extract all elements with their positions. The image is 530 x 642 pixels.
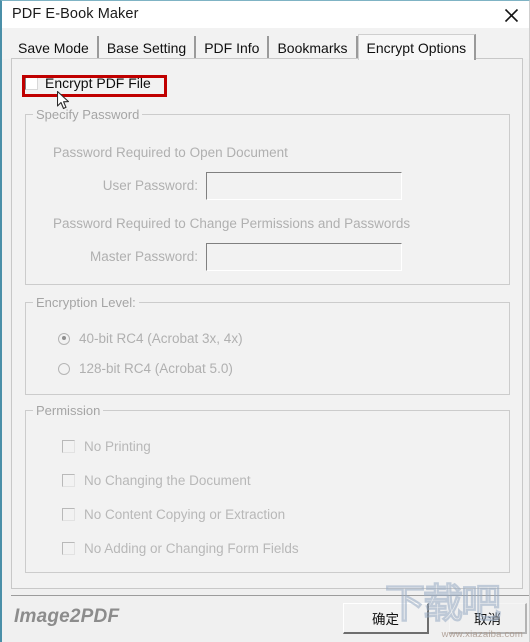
permission-no-printing[interactable]: No Printing xyxy=(62,439,151,454)
group-title: Encryption Level: xyxy=(33,295,139,310)
ok-button[interactable]: 确定 xyxy=(343,603,429,634)
user-password-label: User Password: xyxy=(102,178,198,193)
tab-label: Save Mode xyxy=(18,39,89,56)
close-icon[interactable] xyxy=(498,4,524,26)
tab-label: Encrypt Options xyxy=(366,39,467,56)
checkbox-box-icon xyxy=(62,474,75,487)
master-password-input[interactable] xyxy=(206,243,402,271)
permission-label: No Content Copying or Extraction xyxy=(84,507,286,522)
user-password-input[interactable] xyxy=(206,172,402,200)
tab-encrypt-options[interactable]: Encrypt Options xyxy=(357,34,477,60)
radio-40bit-rc4[interactable]: 40-bit RC4 (Acrobat 3x, 4x) xyxy=(58,331,243,346)
encrypt-options-panel: Encrypt PDF File Specify Password Passwo… xyxy=(11,58,523,589)
permission-group: Permission No Printing No Changing the D… xyxy=(25,403,510,573)
group-title: Specify Password xyxy=(33,107,143,122)
tab-pdf-info[interactable]: PDF Info xyxy=(196,36,270,59)
application-window: PDF E-Book Maker Save Mode Base Setting … xyxy=(0,0,530,642)
tab-label: PDF Info xyxy=(204,39,260,56)
cancel-button[interactable]: 取消 xyxy=(449,603,527,634)
permission-label: No Changing the Document xyxy=(84,473,251,488)
permission-label: No Printing xyxy=(84,439,151,454)
checkbox-box-icon xyxy=(62,440,75,453)
radio-button-icon xyxy=(58,332,70,345)
tab-save-mode[interactable]: Save Mode xyxy=(10,36,99,59)
tab-bookmarks[interactable]: Bookmarks xyxy=(269,36,358,59)
permission-no-changing-document[interactable]: No Changing the Document xyxy=(62,473,251,488)
radio-button-icon xyxy=(58,362,70,375)
tab-base-setting[interactable]: Base Setting xyxy=(98,36,197,59)
encryption-level-group: Encryption Level: 40-bit RC4 (Acrobat 3x… xyxy=(25,295,510,395)
permission-no-content-copying[interactable]: No Content Copying or Extraction xyxy=(62,507,285,522)
footer-separator xyxy=(11,595,529,596)
permission-no-form-fields[interactable]: No Adding or Changing Form Fields xyxy=(62,541,299,556)
encrypt-pdf-file-checkbox[interactable]: Encrypt PDF File xyxy=(25,74,151,92)
checkbox-box-icon xyxy=(62,542,75,555)
checkbox-box-icon xyxy=(25,76,38,90)
encrypt-pdf-file-label: Encrypt PDF File xyxy=(45,75,151,91)
radio-128bit-rc4[interactable]: 128-bit RC4 (Acrobat 5.0) xyxy=(58,361,233,376)
radio-label: 128-bit RC4 (Acrobat 5.0) xyxy=(79,361,233,376)
ok-button-label: 确定 xyxy=(372,612,399,627)
permission-label: No Adding or Changing Form Fields xyxy=(84,541,299,556)
checkbox-box-icon xyxy=(62,508,75,521)
master-password-label: Master Password: xyxy=(89,249,198,264)
window-title: PDF E-Book Maker xyxy=(12,6,139,22)
radio-label: 40-bit RC4 (Acrobat 3x, 4x) xyxy=(79,331,243,346)
cancel-button-label: 取消 xyxy=(474,612,501,627)
brand-label: Image2PDF xyxy=(14,606,120,627)
specify-password-group: Specify Password Password Required to Op… xyxy=(25,107,510,285)
open-document-section-label: Password Required to Open Document xyxy=(53,145,288,160)
tab-label: Base Setting xyxy=(106,39,187,56)
change-permissions-section-label: Password Required to Change Permissions … xyxy=(53,216,411,231)
group-title: Permission xyxy=(33,403,104,418)
title-bar: PDF E-Book Maker xyxy=(2,1,529,29)
tab-strip: Save Mode Base Setting PDF Info Bookmark… xyxy=(2,28,529,60)
tab-label: Bookmarks xyxy=(277,39,348,56)
